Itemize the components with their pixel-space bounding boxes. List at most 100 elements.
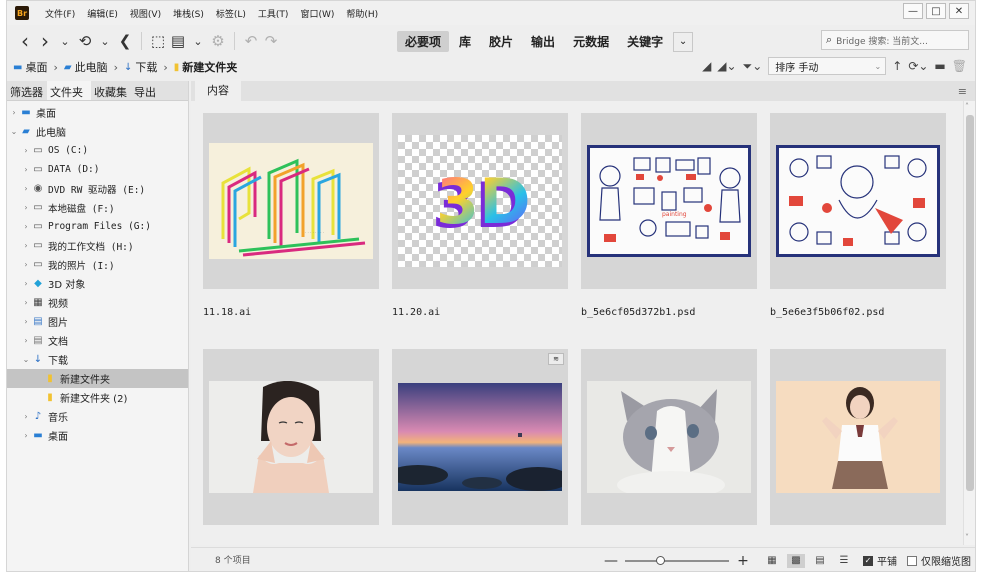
thumbnail-card[interactable] [770,349,946,525]
menu-tools[interactable]: 工具(T) [252,7,295,20]
menu-file[interactable]: 文件(F) [39,7,81,20]
trash-icon[interactable]: 🗑 [952,59,967,73]
menu-label[interactable]: 标签(L) [210,7,252,20]
checkbox-icon[interactable] [907,555,917,566]
chevron-down-icon[interactable]: ⌄ [188,35,208,48]
chevron-right-icon[interactable]: › [21,298,31,307]
tab-content[interactable]: 内容 [195,79,241,101]
menu-view[interactable]: 视图(V) [124,7,167,20]
checkbox-icon[interactable]: ✓ [863,555,873,566]
tree-item[interactable]: ⌄ ▰ 此电脑 [7,122,188,141]
rotate-right-icon[interactable]: ↷ [261,32,281,50]
tab-filter[interactable]: 筛选器 [7,81,47,100]
chevron-down-icon[interactable]: ⌄ [55,35,75,48]
chevron-right-icon[interactable]: › [21,146,31,155]
tree-item[interactable]: › ♪ 音乐 [7,407,188,426]
chevron-down-icon[interactable]: ⌄ [95,35,115,48]
file-name[interactable]: 11.18.ai [203,307,251,318]
list-view-icon[interactable]: ☰ [835,554,853,568]
tree-item[interactable]: › ▦ 视频 [7,293,188,312]
tree-item[interactable]: › ▭ 我的照片 (I:) [7,255,188,274]
breadcrumb-downloads[interactable]: 下载 [135,59,157,75]
file-name[interactable]: b_5e6e3f5b06f02.psd [770,307,884,318]
zoom-in-button[interactable]: + [735,553,751,569]
chevron-right-icon[interactable]: › [21,431,31,440]
thumbnail-card[interactable] [203,349,379,525]
chevron-right-icon[interactable]: › [21,412,31,421]
search-input[interactable]: ⌕ Bridge 搜索: 当前文... [821,30,969,50]
scrollbar-thumb[interactable] [966,115,974,491]
tree-item[interactable]: › ▭ OS (C:) [7,141,188,160]
thumbnail-card[interactable]: 3D 3D [392,113,568,289]
menu-help[interactable]: 帮助(H) [340,7,384,20]
workspace-essentials[interactable]: 必要项 [397,31,450,52]
scroll-up-icon[interactable]: ˄ [965,102,969,111]
thumbnail-card[interactable] [770,113,946,289]
history-icon[interactable]: ⟲ [75,32,95,50]
back-icon[interactable]: ‹ [15,29,35,53]
chevron-right-icon[interactable]: › [21,260,31,269]
tree-item[interactable]: › ▭ Program Files (G:) [7,217,188,236]
file-name[interactable]: 11.20.ai [392,307,440,318]
chevron-down-icon[interactable]: ⌄ [21,355,31,364]
quality-icon[interactable]: ◢ [702,59,711,73]
tree-item[interactable]: ⌄ ↓ 下载 [7,350,188,369]
tab-collections[interactable]: 收藏集 [91,81,131,100]
zoom-knob[interactable] [656,556,666,565]
forward-icon[interactable]: › [35,29,55,53]
tree-item[interactable]: › ◆ 3D 对象 [7,274,188,293]
tree-item[interactable]: › ▭ DATA (D:) [7,160,188,179]
details-view-icon[interactable]: ▤ [811,554,829,568]
zoom-out-button[interactable]: — [603,553,619,569]
tab-folders[interactable]: 文件夹 [47,81,91,100]
sort-direction-icon[interactable]: ↑ [892,59,902,73]
chevron-down-icon[interactable]: ⌄ [9,127,19,136]
tree-item[interactable]: › ▭ 本地磁盘 (F:) [7,198,188,217]
boomerang-icon[interactable]: ❮ [115,32,135,50]
panel-menu-icon[interactable]: ≡ [958,85,967,98]
chevron-right-icon[interactable]: › [21,279,31,288]
workspace-libraries[interactable]: 库 [451,31,479,52]
workspace-metadata[interactable]: 元数据 [565,31,617,52]
content-scrollbar[interactable]: ˄ ˅ [963,101,975,545]
chevron-right-icon[interactable]: › [9,108,19,117]
maximize-button[interactable]: □ [926,3,946,19]
tile-checkbox[interactable]: ✓ 平铺 [863,553,897,568]
rating-filter-icon[interactable]: ◢⌄ [717,59,736,73]
tab-export[interactable]: 导出 [131,81,161,100]
thumbnail-card[interactable] [581,349,757,525]
breadcrumb-desktop[interactable]: 桌面 [25,59,47,75]
tree-item[interactable]: › ▤ 图片 [7,312,188,331]
workspace-filmstrip[interactable]: 胶片 [481,31,521,52]
file-name[interactable]: b_5e6cf05d372b1.psd [581,307,695,318]
tree-item[interactable]: › ◉ DVD RW 驱动器 (E:) [7,179,188,198]
grid-lock-icon[interactable]: ▦ [763,554,781,568]
menu-edit[interactable]: 编辑(E) [81,7,124,20]
chevron-right-icon[interactable]: › [21,317,31,326]
close-button[interactable]: ✕ [949,3,969,19]
tree-item[interactable]: › ▭ 我的工作文档 (H:) [7,236,188,255]
chevron-right-icon[interactable]: › [21,336,31,345]
minimize-button[interactable]: — [903,3,923,19]
thumbnail-card[interactable]: . . . . . . . . [203,113,379,289]
tree-item[interactable]: ▮ 新建文件夹 [7,369,188,388]
new-folder-icon[interactable]: ▬ [934,59,945,73]
scroll-down-icon[interactable]: ˅ [965,533,969,542]
chevron-right-icon[interactable]: › [21,184,31,193]
chevron-right-icon[interactable]: › [21,222,31,231]
chevron-right-icon[interactable]: › [21,241,31,250]
camera-icon[interactable]: ⬚ [148,32,168,50]
breadcrumb-this-pc[interactable]: 此电脑 [75,59,108,75]
sort-dropdown[interactable]: 排序 手动 ⌄ [768,57,887,75]
menu-window[interactable]: 窗口(W) [294,7,340,20]
filter-icon[interactable]: ⏷⌄ [743,59,763,74]
thumbnail-card[interactable]: ≋ [392,349,568,525]
tree-item[interactable]: › ▤ 文档 [7,331,188,350]
tree-item[interactable]: › ▬ 桌面 [7,426,188,445]
zoom-track[interactable] [625,556,729,565]
thumbnail-zoom-slider[interactable]: — + [603,553,751,569]
recent-folders-icon[interactable]: ⟳⌄ [908,59,928,73]
thumbnails-only-checkbox[interactable]: 仅限缩览图 [907,553,971,568]
camera-raw-icon[interactable]: ⚙ [208,32,228,50]
breadcrumb-new-folder[interactable]: 新建文件夹 [182,59,237,75]
